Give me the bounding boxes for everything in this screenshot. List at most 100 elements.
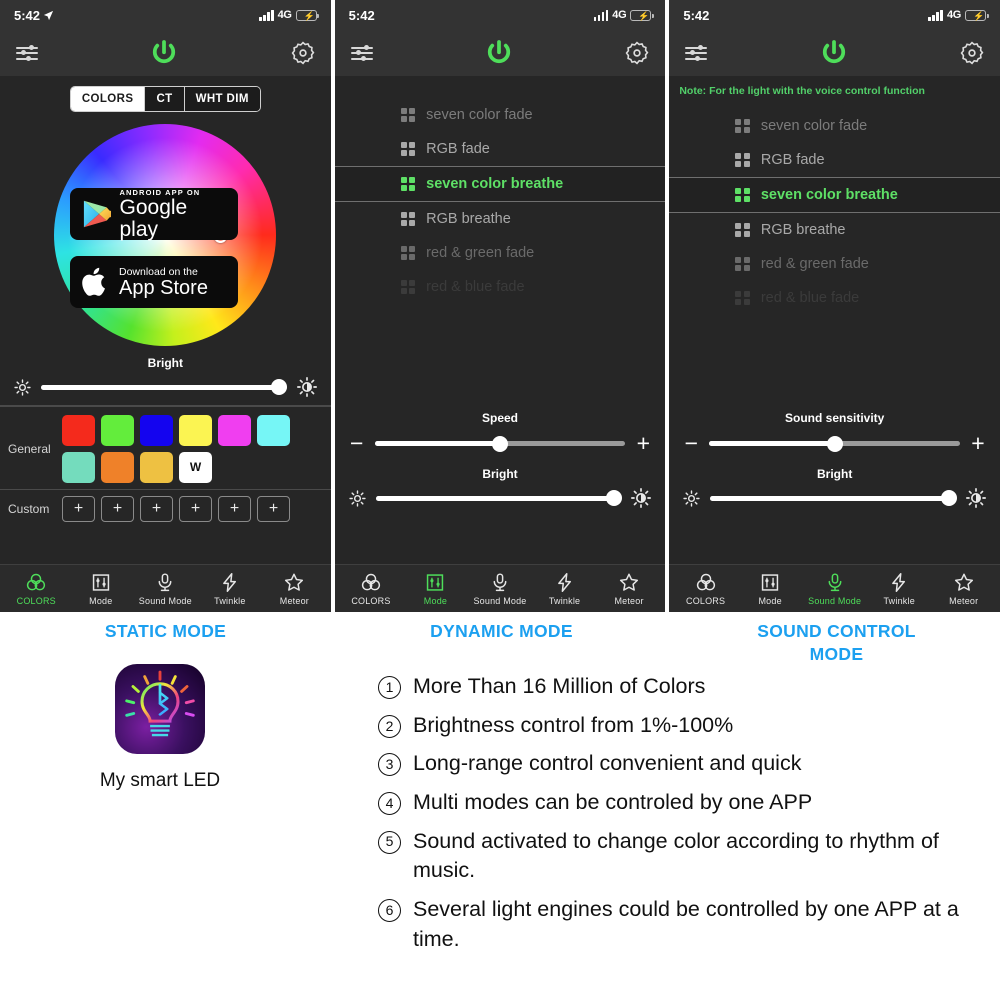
feature-number: 2 [378,714,401,738]
sliders-icon[interactable] [685,44,708,61]
google-play-badge[interactable]: ANDROID APP ON Google play [70,188,238,240]
bright-slider-block: Bright [335,463,666,516]
nav-item-sound-mode[interactable]: Sound Mode [136,572,194,606]
mode-item[interactable]: RGB fade [669,143,1000,177]
feature-item: 5 Sound activated to change color accord… [378,827,978,886]
feature-number: 3 [378,753,401,777]
nav-item-meteor[interactable]: Meteor [265,572,323,606]
tab-ct[interactable]: CT [145,87,185,111]
speed-slider-track[interactable] [374,435,626,452]
power-icon[interactable] [819,38,849,68]
mode-item[interactable]: red & blue fade [669,281,1000,315]
mode-item[interactable]: red & blue fade [335,270,666,304]
mode-label: RGB breathe [760,222,846,238]
custom-slot-add[interactable]: + [101,496,134,522]
feature-text: Brightness control from 1%-100% [413,712,734,737]
app-store-badge[interactable]: Download on the App Store [70,256,238,308]
color-swatch-teal[interactable] [62,451,95,483]
feature-text: Multi modes can be controled by one APP [413,789,813,814]
increase-icon[interactable]: + [970,432,986,455]
gear-icon[interactable] [960,41,984,65]
color-mode-tabs: COLORS CT WHT DIM [0,76,331,118]
bottom-nav: COLORS Mode Sound Mode Twinkle Meteor [0,564,331,612]
custom-slot-add[interactable]: + [179,496,212,522]
color-swatch-gold[interactable] [140,451,173,483]
mode-item[interactable]: seven color fade [669,109,1000,143]
mode-list: seven color fade RGB fade seven color br… [334,76,666,304]
star-icon [954,573,973,591]
mode-label: seven color fade [760,118,868,134]
gear-icon[interactable] [291,41,315,65]
color-swatch-magenta[interactable] [218,414,251,446]
nav-item-meteor[interactable]: Meteor [600,572,658,606]
tab-wht-dim[interactable]: WHT DIM [184,87,260,111]
phone-panel-dynamic: 5:42 4G ⚡ seven color fade RGB fade seve… [334,0,666,612]
nav-item-colors[interactable]: COLORS [342,572,400,606]
sun-large-icon [631,488,652,508]
bright-slider-track[interactable] [41,379,288,395]
nav-item-meteor[interactable]: Meteor [935,572,993,606]
power-icon[interactable] [149,38,179,68]
color-swatch-green[interactable] [101,414,134,446]
caption-dynamic-mode: DYNAMIC MODE [430,621,573,641]
nav-item-mode[interactable]: Mode [72,572,130,606]
caption-static-mode: STATIC MODE [104,621,227,641]
sun-large-icon [296,377,317,397]
nav-item-colors[interactable]: COLORS [7,572,65,606]
nav-item-sound-mode[interactable]: Sound Mode [806,572,864,606]
decrease-icon[interactable]: − [683,432,699,455]
color-swatch-cyan[interactable] [257,414,290,446]
mode-item[interactable]: RGB breathe [669,213,1000,247]
mode-item[interactable]: red & green fade [669,247,1000,281]
nav-item-mode[interactable]: Mode [741,572,799,606]
color-swatch-yellow[interactable] [179,414,212,446]
nav-item-twinkle[interactable]: Twinkle [201,572,259,606]
network-type-label: 4G [277,9,292,21]
mode-item[interactable]: seven color fade [335,98,666,132]
status-time: 5:42 [14,7,41,23]
color-swatch-red[interactable] [62,414,95,446]
nav-label: Meteor [949,595,979,606]
color-swatch-blue[interactable] [140,414,173,446]
sliders-icon[interactable] [350,44,373,61]
mode-item-active[interactable]: seven color breathe [334,166,666,202]
mode-item[interactable]: red & green fade [335,236,666,270]
mode-item[interactable]: RGB breathe [335,202,666,236]
custom-slot-add[interactable]: + [62,496,95,522]
power-icon[interactable] [484,38,514,68]
custom-slot-add[interactable]: + [140,496,173,522]
feature-number: 6 [378,898,401,922]
bright-slider-track[interactable] [710,490,957,506]
mode-item-active[interactable]: seven color breathe [669,177,1000,213]
nav-item-mode[interactable]: Mode [406,572,464,606]
general-colors-section: General W [0,407,331,489]
increase-icon[interactable]: + [635,432,651,455]
bottom-nav: COLORS Mode Sound Mode Twinkle Meteor [334,564,666,612]
custom-colors-section: Custom + + + + + + [0,490,331,530]
colors-icon [361,573,381,590]
nav-label: COLORS [686,595,726,606]
bright-slider-label: Bright [482,467,518,481]
star-icon [285,573,304,591]
tab-colors[interactable]: COLORS [70,87,146,111]
mode-item[interactable]: RGB fade [335,132,666,166]
sound-sensitivity-slider-track[interactable] [709,435,961,452]
nav-item-colors[interactable]: COLORS [677,572,735,606]
color-swatch-orange[interactable] [101,451,134,483]
custom-slot-add[interactable]: + [218,496,251,522]
color-swatch-white[interactable]: W [179,451,212,483]
bright-slider-track[interactable] [375,490,622,506]
google-play-large-text: Google play [119,195,188,241]
mode-label: red & blue fade [760,290,860,306]
nav-item-sound-mode[interactable]: Sound Mode [471,572,529,606]
nav-item-twinkle[interactable]: Twinkle [536,572,594,606]
grid-icon [400,176,416,192]
sun-small-icon [683,489,700,507]
sliders-icon[interactable] [16,44,38,61]
status-bar: 5:42 4G ⚡ [334,0,666,30]
feature-item: 1 More Than 16 Million of Colors [378,672,978,702]
custom-slot-add[interactable]: + [257,496,290,522]
gear-icon[interactable] [625,41,649,65]
nav-item-twinkle[interactable]: Twinkle [870,572,928,606]
decrease-icon[interactable]: − [349,432,365,455]
